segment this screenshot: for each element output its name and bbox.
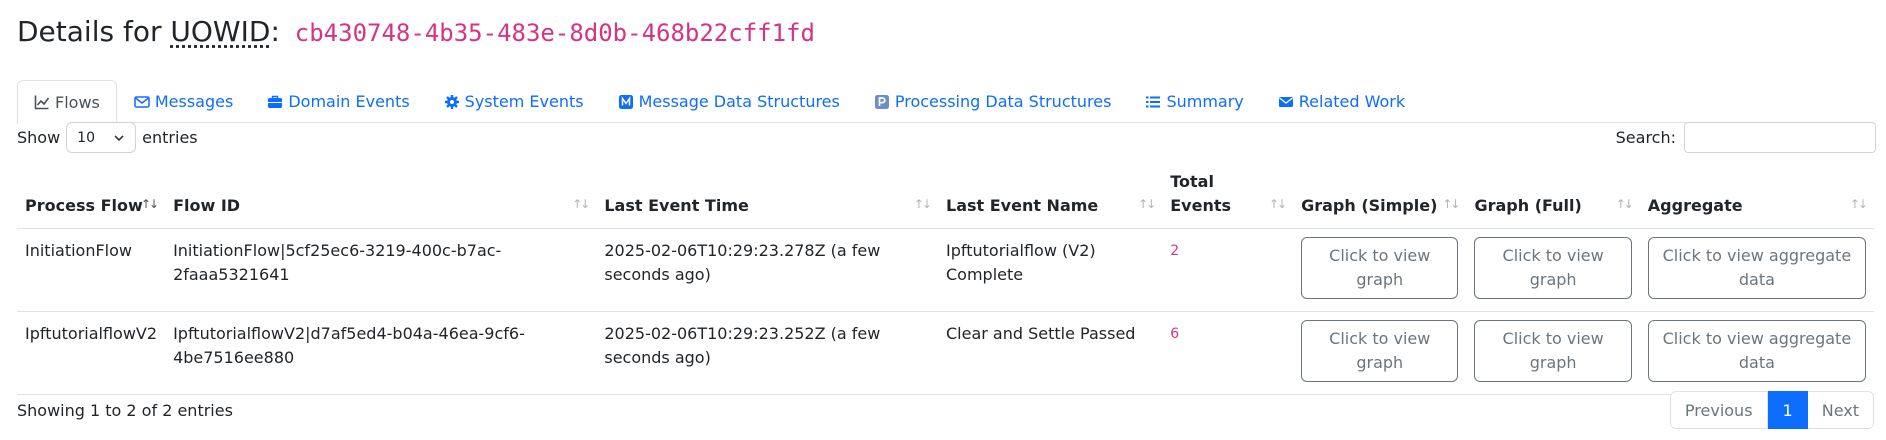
sort-icon: ↑↓ xyxy=(913,197,932,211)
cell-graph-full: Click to view graph xyxy=(1466,228,1640,312)
tab-processing-data-structures[interactable]: Processing Data Structures xyxy=(857,80,1129,123)
cell-aggregate: Click to view aggregate data xyxy=(1639,311,1874,395)
tab-messages[interactable]: Messages xyxy=(117,80,250,123)
table-info: Showing 1 to 2 of 2 entries xyxy=(17,401,233,420)
table-header-row: Process Flow ↑↓ Flow ID ↑↓ Last Event Time… xyxy=(17,164,1874,229)
tab-label: System Events xyxy=(464,92,584,111)
cell-graph-simple: Click to view graph xyxy=(1293,228,1467,312)
cell-total-events: 2 xyxy=(1162,228,1294,312)
tab-label: Flows xyxy=(55,92,100,112)
uowid-value: cb430748-4b35-483e-8d0b-468b22cff1fd xyxy=(294,19,815,47)
column-header-graph-simple[interactable]: Graph (Simple) ↑↓ xyxy=(1293,164,1467,229)
column-header-last-event-name[interactable]: Last Event Name ↑↓ xyxy=(938,164,1163,229)
entries-label: entries xyxy=(142,128,198,147)
tab-summary[interactable]: Summary xyxy=(1128,80,1260,123)
envelope-icon xyxy=(134,95,150,108)
sort-icon: ↑↓ xyxy=(1268,197,1287,211)
tab-label: Messages xyxy=(154,92,234,111)
entries-length-value: 10 xyxy=(77,129,95,146)
tab-flows[interactable]: Flows xyxy=(17,80,117,124)
column-header-total-events[interactable]: Total Events ↑↓ xyxy=(1162,164,1294,229)
search-control: Search: xyxy=(1616,122,1876,153)
sort-icon: ↑↓ xyxy=(1615,197,1634,211)
flows-table: Process Flow ↑↓ Flow ID ↑↓ Last Event Time… xyxy=(17,164,1874,395)
cell-last-event-name: Ipftutorialflow (V2) Complete xyxy=(938,228,1163,312)
sort-icon: ↑↓ xyxy=(1849,197,1868,211)
sort-icon: ↑↓ xyxy=(572,197,590,211)
tabs: Flows Messages Domain Events System Even… xyxy=(17,80,1874,124)
tab-message-data-structures[interactable]: Message Data Structures xyxy=(601,80,857,123)
sort-icon: ↑↓ xyxy=(1442,197,1460,211)
cell-flow-id: InitiationFlow|5cf25ec6-3219-400c-b7ac-2… xyxy=(165,228,597,312)
cell-process-flow: IpftutorialflowV2 xyxy=(17,311,166,395)
next-page-button[interactable]: Next xyxy=(1807,391,1874,429)
table-row: IpftutorialflowV2 IpftutorialflowV2|d7af… xyxy=(17,311,1874,395)
envelope-icon xyxy=(1278,96,1293,107)
sort-icon: ↑↓ xyxy=(1138,197,1156,211)
search-label: Search: xyxy=(1615,128,1676,147)
pagination: Previous 1 Next xyxy=(1669,391,1874,429)
cell-total-events: 6 xyxy=(1162,311,1294,395)
tab-label: Processing Data Structures xyxy=(894,92,1112,111)
uowid-abbr: UOWID xyxy=(170,15,271,48)
show-label: Show xyxy=(17,128,61,147)
p-square-icon xyxy=(874,94,889,109)
column-header-process-flow[interactable]: Process Flow ↑↓ xyxy=(17,164,166,229)
tab-related-work[interactable]: Related Work xyxy=(1261,80,1422,123)
entries-length-control: Show 10 entries xyxy=(17,122,198,153)
table-row: InitiationFlow InitiationFlow|5cf25ec6-3… xyxy=(17,228,1874,312)
tab-system-events[interactable]: System Events xyxy=(427,80,601,123)
title-prefix: Details for xyxy=(17,15,162,48)
column-header-last-event-time[interactable]: Last Event Time ↑↓ xyxy=(596,164,938,229)
tab-label: Message Data Structures xyxy=(638,92,840,111)
tab-domain-events[interactable]: Domain Events xyxy=(250,80,426,123)
view-aggregate-button[interactable]: Click to view aggregate data xyxy=(1647,237,1866,299)
view-simple-graph-button[interactable]: Click to view graph xyxy=(1301,237,1459,299)
m-square-icon xyxy=(618,94,633,109)
cell-last-event-name: Clear and Settle Passed xyxy=(938,311,1163,395)
gear-icon xyxy=(444,94,459,109)
column-header-aggregate[interactable]: Aggregate ↑↓ xyxy=(1639,164,1874,229)
cell-last-event-time: 2025-02-06T10:29:23.278Z (a few seconds … xyxy=(596,228,938,312)
view-aggregate-button[interactable]: Click to view aggregate data xyxy=(1647,320,1866,382)
chart-line-icon xyxy=(34,95,50,110)
page: Details for UOWID: cb430748-4b35-483e-8d… xyxy=(0,0,1886,440)
tab-label: Related Work xyxy=(1298,92,1406,111)
view-full-graph-button[interactable]: Click to view graph xyxy=(1474,237,1632,299)
column-header-graph-full[interactable]: Graph (Full) ↑↓ xyxy=(1466,164,1640,229)
sort-asc-icon: ↑↓ xyxy=(140,197,159,211)
list-icon xyxy=(1146,96,1161,107)
cell-flow-id: IpftutorialflowV2|d7af5ed4-b04a-46ea-9cf… xyxy=(165,311,597,395)
column-header-flow-id[interactable]: Flow ID ↑↓ xyxy=(165,164,597,229)
page-title: Details for UOWID: cb430748-4b35-483e-8d… xyxy=(17,12,815,53)
entries-length-select[interactable]: 10 xyxy=(66,122,137,153)
search-input[interactable] xyxy=(1684,122,1876,153)
cell-graph-simple: Click to view graph xyxy=(1293,311,1467,395)
previous-page-button[interactable]: Previous xyxy=(1669,391,1768,429)
tab-label: Summary xyxy=(1166,92,1244,111)
chevron-down-icon xyxy=(114,134,124,141)
title-colon: : xyxy=(270,15,280,48)
briefcase-icon xyxy=(268,95,283,108)
tab-label: Domain Events xyxy=(288,92,410,111)
cell-graph-full: Click to view graph xyxy=(1466,311,1640,395)
cell-aggregate: Click to view aggregate data xyxy=(1639,228,1874,312)
page-1-button[interactable]: 1 xyxy=(1767,391,1808,429)
cell-process-flow: InitiationFlow xyxy=(17,228,166,312)
view-simple-graph-button[interactable]: Click to view graph xyxy=(1301,320,1459,382)
cell-last-event-time: 2025-02-06T10:29:23.252Z (a few seconds … xyxy=(596,311,938,395)
view-full-graph-button[interactable]: Click to view graph xyxy=(1474,320,1632,382)
